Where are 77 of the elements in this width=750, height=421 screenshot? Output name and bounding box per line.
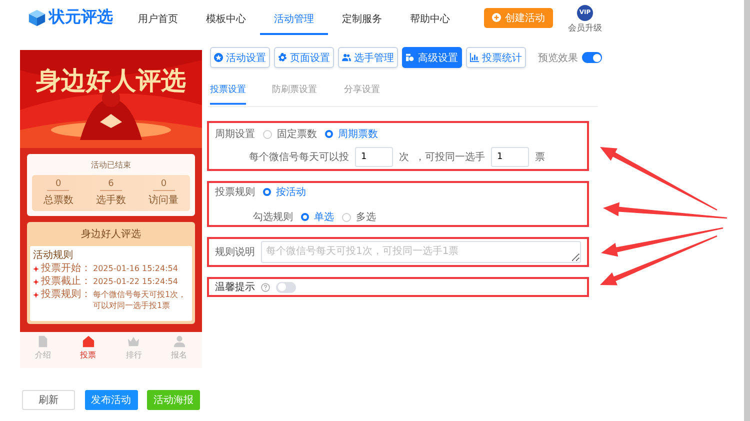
stat-label: 选手数 bbox=[96, 194, 126, 207]
radio-button[interactable] bbox=[263, 188, 271, 196]
sparkle-icon bbox=[33, 292, 39, 298]
field-label: 周期设置 bbox=[215, 128, 255, 141]
radio-label[interactable]: 多选 bbox=[356, 210, 376, 224]
sparkle-icon bbox=[33, 266, 39, 272]
settings-tab[interactable]: 投票统计 bbox=[466, 47, 526, 68]
logo-text: 状元评选 bbox=[49, 7, 113, 28]
field-text: 票 bbox=[535, 151, 545, 164]
radio-button[interactable] bbox=[301, 213, 309, 221]
users-icon bbox=[342, 53, 351, 62]
settings-tab[interactable]: 页面设置 bbox=[274, 47, 334, 68]
stat-value: 0 bbox=[47, 179, 70, 191]
home-icon[interactable] bbox=[82, 335, 95, 348]
settings-icon bbox=[278, 53, 287, 62]
star-icon bbox=[214, 53, 223, 62]
nav-item[interactable]: 帮助中心 bbox=[396, 0, 464, 34]
field-label: 投票规则 bbox=[215, 186, 255, 199]
stat-value: 0 bbox=[152, 179, 175, 191]
radio-label[interactable]: 按活动 bbox=[276, 185, 306, 199]
field-text: 次 bbox=[399, 151, 409, 164]
subtab[interactable]: 防刷票设置 bbox=[272, 81, 317, 105]
nav-item[interactable]: 定制服务 bbox=[328, 0, 396, 34]
banner-title: 身边好人评选 bbox=[34, 65, 187, 97]
rule-value: 每个微信号每天可投1次，可以对同一选手投1票 bbox=[93, 289, 188, 311]
card-title: 身边好人评选 bbox=[80, 228, 142, 242]
settings-tab[interactable]: 高级设置 bbox=[402, 47, 462, 68]
tab-bar-label[interactable]: 排行 bbox=[126, 349, 142, 361]
cube-logo-icon bbox=[28, 8, 46, 26]
rule-textarea[interactable]: 每个微信号每天可投1次，可投同一选手1票 bbox=[261, 241, 581, 263]
rule-label: 投票规则： bbox=[41, 289, 91, 301]
rule-label: 投票开始： bbox=[41, 263, 91, 275]
nav-item[interactable]: 模板中心 bbox=[192, 0, 260, 34]
stat-value: 6 bbox=[100, 179, 122, 191]
poster-button[interactable]: 活动海报 bbox=[147, 390, 200, 410]
status-text: 活动已结束 bbox=[90, 160, 132, 171]
refresh-button[interactable]: 刷新 bbox=[22, 390, 75, 410]
stat-label: 访问量 bbox=[148, 194, 179, 207]
publish-button[interactable]: 发布活动 bbox=[84, 390, 138, 410]
settings-tab[interactable]: 活动设置 bbox=[210, 47, 270, 68]
number-input[interactable]: 1 bbox=[491, 147, 529, 167]
nav-item[interactable]: 用户首页 bbox=[124, 0, 192, 34]
vip-upgrade-label[interactable]: 会员升级 bbox=[568, 22, 602, 34]
radio-button[interactable] bbox=[325, 130, 333, 138]
plus-icon bbox=[492, 13, 501, 22]
subtab[interactable]: 投票设置 bbox=[210, 81, 246, 105]
rules-title: 活动规则 bbox=[33, 249, 74, 262]
crown-icon[interactable] bbox=[127, 335, 140, 348]
radio-label[interactable]: 固定票数 bbox=[277, 127, 317, 141]
field-text: ，可投同一选手 bbox=[415, 150, 485, 164]
field-label: 温馨提示 bbox=[215, 280, 255, 294]
tab-bar-label[interactable]: 报名 bbox=[171, 349, 188, 361]
field-label: 勾选规则 bbox=[253, 210, 293, 224]
rule-value: 2025-01-22 15:24:54 bbox=[93, 276, 178, 287]
field-text: 每个微信号每天可以投 bbox=[249, 150, 349, 164]
stat-label: 总票数 bbox=[43, 194, 74, 207]
rule-value: 2025-01-16 15:24:54 bbox=[93, 263, 178, 274]
document-icon[interactable] bbox=[36, 335, 50, 348]
scrollbar[interactable] bbox=[744, 0, 750, 421]
preview-label: 预览效果 bbox=[538, 52, 578, 64]
help-icon[interactable] bbox=[261, 282, 270, 292]
user-icon[interactable] bbox=[172, 335, 186, 348]
tab-bar-label[interactable]: 投票 bbox=[80, 349, 96, 361]
field-label: 规则说明 bbox=[215, 246, 255, 259]
settings-tab[interactable]: 选手管理 bbox=[338, 47, 398, 68]
create-activity-button[interactable]: 创建活动 bbox=[484, 8, 553, 28]
bar-chart-icon bbox=[470, 53, 479, 62]
number-input[interactable]: 1 bbox=[355, 147, 393, 167]
radio-label[interactable]: 单选 bbox=[314, 210, 334, 224]
nav-item[interactable]: 活动管理 bbox=[260, 0, 328, 34]
tip-switch[interactable] bbox=[276, 282, 296, 292]
radio-label[interactable]: 周期票数 bbox=[338, 127, 378, 141]
tab-bar-label[interactable]: 介绍 bbox=[34, 349, 51, 361]
preview-switch[interactable] bbox=[582, 52, 602, 63]
rule-label: 投票截止： bbox=[41, 276, 91, 288]
sparkle-icon bbox=[33, 279, 39, 285]
subtab[interactable]: 分享设置 bbox=[344, 81, 380, 105]
